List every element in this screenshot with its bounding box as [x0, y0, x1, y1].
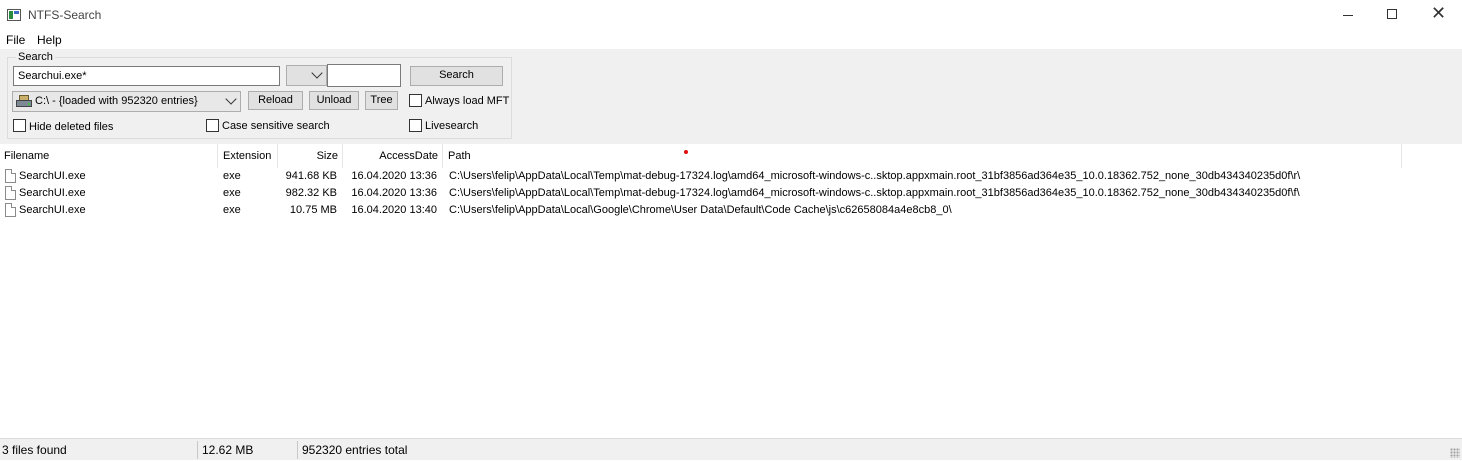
- status-entries-total: 952320 entries total: [302, 443, 408, 457]
- app-icon: [7, 9, 21, 21]
- file-icon: [5, 169, 16, 183]
- row-extension: exe: [223, 170, 241, 182]
- file-icon: [5, 186, 16, 200]
- menu-file[interactable]: File: [6, 33, 25, 47]
- search-group-label: Search: [16, 51, 55, 63]
- row-size: 941.68 KB: [285, 170, 337, 182]
- livesearch-label: Livesearch: [425, 120, 479, 132]
- column-path[interactable]: Path: [444, 144, 1402, 168]
- unload-button[interactable]: Unload: [309, 91, 359, 110]
- drive-icon: [16, 95, 32, 108]
- filter-text-input[interactable]: [327, 64, 401, 87]
- status-files-found: 3 files found: [2, 443, 67, 457]
- close-button[interactable]: ✕: [1414, 0, 1460, 31]
- case-sensitive-label: Case sensitive search: [222, 120, 330, 132]
- row-path: C:\Users\felip\AppData\Local\Temp\mat-de…: [449, 170, 1301, 182]
- row-extension: exe: [223, 204, 241, 216]
- table-row[interactable]: SearchUI.exe exe 941.68 KB 16.04.2020 13…: [0, 168, 1462, 185]
- file-icon: [5, 203, 16, 217]
- row-path: C:\Users\felip\AppData\Local\Google\Chro…: [449, 204, 952, 216]
- marker-dot: [684, 150, 688, 154]
- always-load-mft-label: Always load MFT: [425, 95, 510, 107]
- drive-select-value: C:\ - {loaded with 952320 entries}: [35, 95, 198, 107]
- maximize-button[interactable]: [1369, 0, 1415, 31]
- minimize-icon: [1343, 15, 1353, 16]
- close-icon: ✕: [1431, 3, 1447, 24]
- row-extension: exe: [223, 187, 241, 199]
- maximize-icon: [1387, 9, 1397, 19]
- row-size: 982.32 KB: [285, 187, 337, 199]
- chevron-down-icon: [311, 67, 323, 79]
- search-query-input[interactable]: Searchui.exe*: [13, 66, 280, 86]
- drive-select[interactable]: C:\ - {loaded with 952320 entries}: [12, 91, 241, 112]
- title-bar: NTFS-Search ✕: [0, 0, 1462, 31]
- hide-deleted-checkbox[interactable]: [13, 119, 26, 132]
- always-load-mft-checkbox[interactable]: [409, 94, 422, 107]
- table-row[interactable]: SearchUI.exe exe 10.75 MB 16.04.2020 13:…: [0, 202, 1462, 219]
- row-filename: SearchUI.exe: [19, 170, 86, 182]
- row-accessdate: 16.04.2020 13:36: [351, 187, 437, 199]
- table-row[interactable]: SearchUI.exe exe 982.32 KB 16.04.2020 13…: [0, 185, 1462, 202]
- column-extension[interactable]: Extension: [219, 144, 278, 168]
- status-bar: 3 files found 12.62 MB 952320 entries to…: [0, 438, 1462, 460]
- case-sensitive-checkbox[interactable]: [206, 119, 219, 132]
- results-header: Filename Extension Size AccessDate Path: [0, 144, 1462, 168]
- column-accessdate[interactable]: AccessDate: [344, 144, 443, 168]
- row-filename: SearchUI.exe: [19, 187, 86, 199]
- window-title: NTFS-Search: [28, 8, 102, 22]
- search-panel: Search Searchui.exe* Search C:\ - {loade…: [0, 49, 1462, 144]
- status-total-size: 12.62 MB: [202, 443, 254, 457]
- row-filename: SearchUI.exe: [19, 204, 86, 216]
- livesearch-checkbox[interactable]: [409, 119, 422, 132]
- row-accessdate: 16.04.2020 13:40: [351, 204, 437, 216]
- row-size: 10.75 MB: [289, 204, 337, 216]
- chevron-down-icon: [225, 93, 237, 105]
- filter-combo[interactable]: [286, 65, 327, 86]
- search-button[interactable]: Search: [410, 66, 503, 86]
- row-path: C:\Users\felip\AppData\Local\Temp\mat-de…: [449, 187, 1300, 199]
- minimize-button[interactable]: [1325, 0, 1371, 31]
- menu-bar: File Help: [0, 31, 1462, 49]
- column-filename[interactable]: Filename: [0, 144, 218, 168]
- hide-deleted-label: Hide deleted files: [29, 121, 114, 133]
- column-size[interactable]: Size: [279, 144, 343, 168]
- tree-button[interactable]: Tree: [365, 91, 398, 110]
- resize-grip-icon[interactable]: [1450, 448, 1460, 458]
- menu-help[interactable]: Help: [37, 33, 62, 47]
- row-accessdate: 16.04.2020 13:36: [351, 170, 437, 182]
- reload-button[interactable]: Reload: [248, 91, 303, 110]
